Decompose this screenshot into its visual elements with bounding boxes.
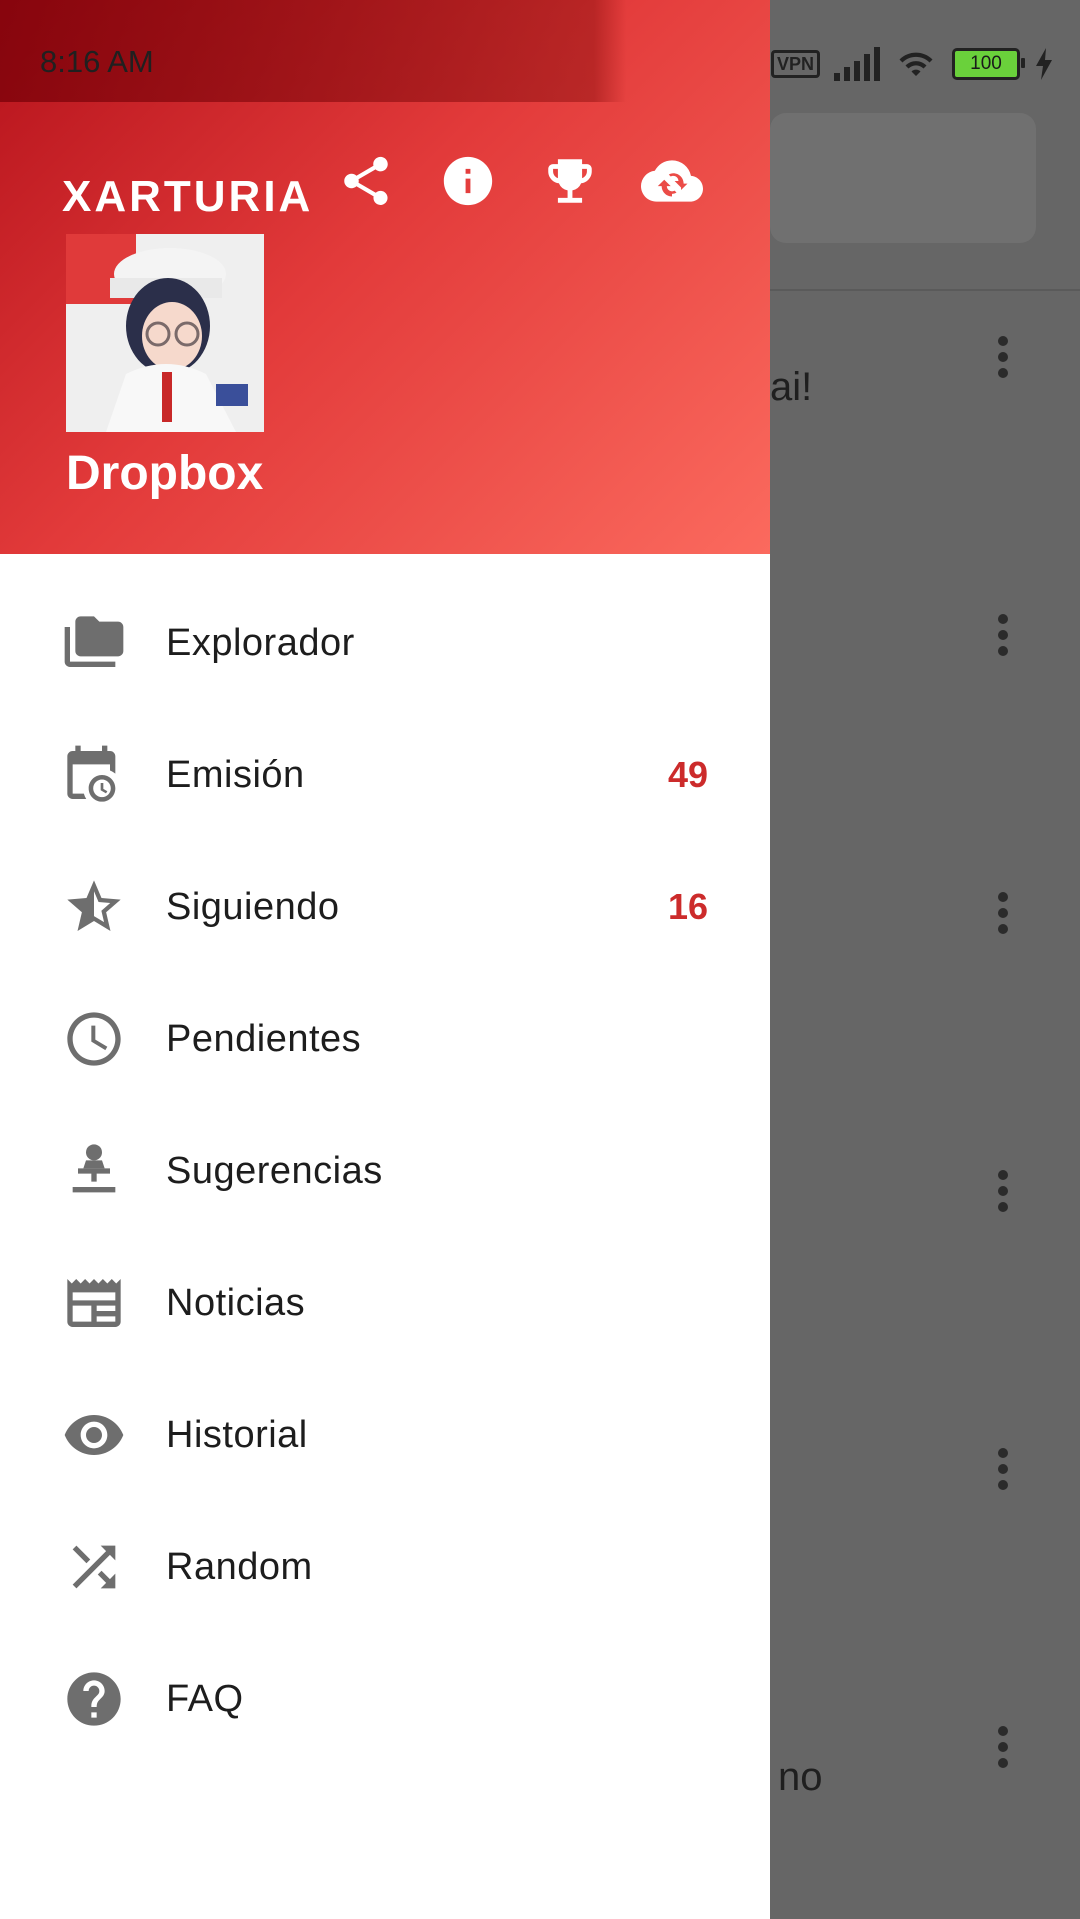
background-text-1: ai! bbox=[770, 365, 813, 409]
cloud-sync-icon bbox=[641, 160, 703, 202]
folders-icon bbox=[60, 609, 128, 677]
vpn-icon: VPN bbox=[770, 50, 820, 78]
wifi-icon bbox=[899, 52, 933, 76]
menu-item-pendientes[interactable]: Pendientes bbox=[0, 973, 770, 1105]
achievements-button[interactable] bbox=[539, 150, 601, 212]
share-button[interactable] bbox=[335, 150, 397, 212]
drawer-menu: Explorador Emisión 49 Siguiendo 16 Pendi… bbox=[0, 577, 770, 1765]
battery-icon: 100 bbox=[952, 48, 1025, 80]
account-name: Dropbox bbox=[66, 447, 264, 500]
help-icon bbox=[60, 1665, 128, 1733]
navigation-drawer: XARTURIA Dropbox Explorador Emisión 49 S… bbox=[0, 0, 770, 1919]
count-badge: 49 bbox=[667, 754, 708, 795]
menu-item-historial[interactable]: Historial bbox=[0, 1369, 770, 1501]
menu-item-noticias[interactable]: Noticias bbox=[0, 1237, 770, 1369]
more-options-icon[interactable] bbox=[996, 614, 1010, 664]
share-icon bbox=[344, 156, 388, 205]
more-options-icon[interactable] bbox=[996, 1726, 1010, 1776]
app-logo: XARTURIA bbox=[62, 172, 314, 221]
menu-item-random[interactable]: Random bbox=[0, 1501, 770, 1633]
more-options-icon[interactable] bbox=[996, 1448, 1010, 1498]
menu-item-label: Pendientes bbox=[166, 1017, 362, 1060]
info-button[interactable] bbox=[437, 150, 499, 212]
background-search-bar[interactable] bbox=[770, 113, 1036, 243]
menu-item-label: Noticias bbox=[166, 1281, 306, 1324]
newspaper-icon bbox=[60, 1269, 128, 1337]
status-time: 8:16 AM bbox=[40, 44, 154, 79]
info-icon bbox=[443, 156, 493, 206]
more-options-icon[interactable] bbox=[996, 892, 1010, 942]
menu-item-label: Sugerencias bbox=[166, 1149, 383, 1192]
person-pin-icon bbox=[60, 1137, 128, 1205]
header-actions bbox=[335, 150, 703, 212]
calendar-clock-icon bbox=[60, 741, 128, 809]
background-divider bbox=[770, 289, 1080, 291]
clock-icon bbox=[60, 1005, 128, 1073]
menu-item-label: Historial bbox=[166, 1413, 308, 1456]
star-half-icon bbox=[60, 873, 128, 941]
menu-item-explorador[interactable]: Explorador bbox=[0, 577, 770, 709]
avatar[interactable] bbox=[66, 234, 264, 432]
avatar-illustration bbox=[66, 234, 264, 432]
count-badge: 16 bbox=[667, 886, 708, 927]
menu-item-faq[interactable]: FAQ bbox=[0, 1633, 770, 1765]
background-text-2: no bbox=[778, 1755, 823, 1799]
status-bar: 8:16 AM VPN 100 bbox=[0, 0, 1080, 102]
charging-icon bbox=[1036, 48, 1052, 80]
more-options-icon[interactable] bbox=[996, 1170, 1010, 1220]
status-icons: VPN 100 bbox=[770, 44, 1054, 84]
signal-icon bbox=[834, 47, 880, 81]
trophy-icon bbox=[548, 159, 592, 203]
more-options-icon[interactable] bbox=[996, 336, 1010, 386]
menu-item-emision[interactable]: Emisión 49 bbox=[0, 709, 770, 841]
menu-item-label: Emisión bbox=[166, 753, 305, 796]
menu-item-siguiendo[interactable]: Siguiendo 16 bbox=[0, 841, 770, 973]
menu-item-label: Random bbox=[166, 1545, 313, 1588]
eye-icon bbox=[60, 1401, 128, 1469]
menu-item-label: Explorador bbox=[166, 621, 355, 664]
menu-item-label: FAQ bbox=[166, 1677, 244, 1720]
shuffle-icon bbox=[60, 1533, 128, 1601]
menu-item-sugerencias[interactable]: Sugerencias bbox=[0, 1105, 770, 1237]
menu-item-label: Siguiendo bbox=[166, 885, 340, 928]
cloud-sync-button[interactable] bbox=[641, 150, 703, 212]
